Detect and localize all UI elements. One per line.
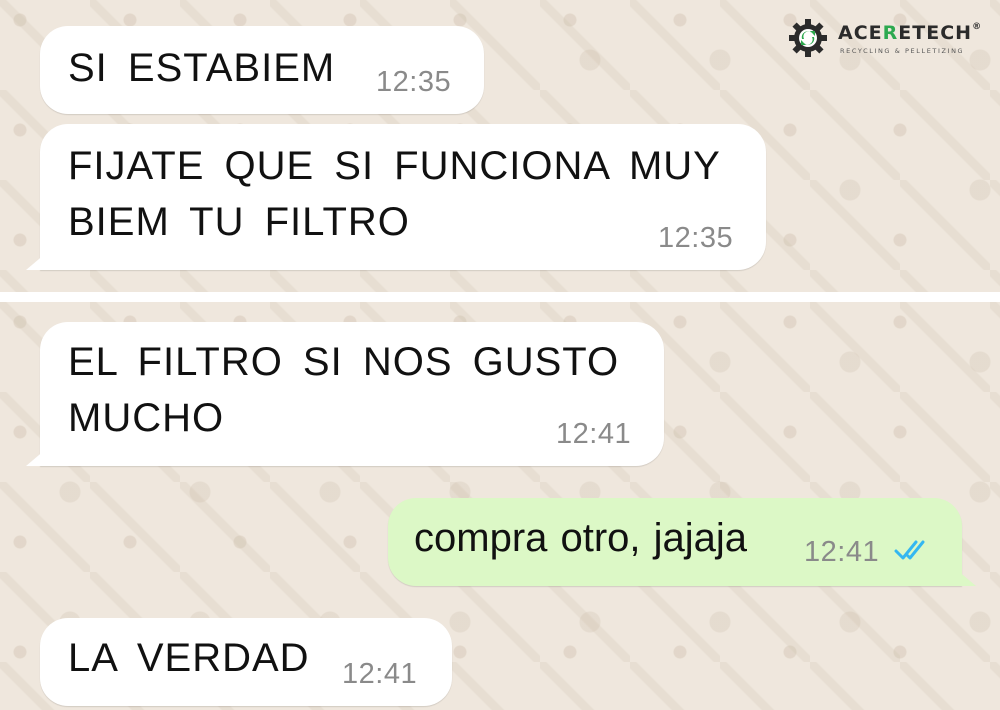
message-bubble-incoming[interactable]: SI ESTABIEM 12:35 (40, 26, 484, 114)
brand-tagline: RECYCLING & PELLETIZING (840, 47, 965, 55)
message-time: 12:41 (342, 658, 418, 690)
chat-panel-top: ACERETECH® RECYCLING & PELLETIZING SI ES… (0, 0, 1000, 292)
message-text: LA VERDAD (68, 636, 310, 680)
screenshot-divider (0, 292, 1000, 302)
message-bubble-incoming[interactable]: EL FILTRO SI NOS GUSTO MUCHO 12:41 (26, 322, 664, 466)
message-bubble-incoming[interactable]: FIJATE QUE SI FUNCIONA MUY BIEM TU FILTR… (26, 124, 766, 270)
message-text: FIJATE QUE SI FUNCIONA MUY BIEM TU FILTR… (68, 144, 721, 244)
brand-name: ACERETECH® (838, 22, 983, 44)
message-time: 12:41 (804, 536, 880, 568)
message-text: compra otro, jajaja (414, 516, 748, 560)
message-text: EL FILTRO SI NOS GUSTO MUCHO (68, 340, 620, 440)
message-time: 12:35 (376, 66, 452, 98)
message-bubble-incoming[interactable]: LA VERDAD 12:41 (40, 618, 452, 706)
aceretech-logo: ACERETECH® RECYCLING & PELLETIZING (788, 16, 988, 62)
double-check-read-icon (894, 540, 925, 560)
gear-recycle-icon (789, 19, 827, 57)
chat-panel-bottom: EL FILTRO SI NOS GUSTO MUCHO 12:41 compr… (0, 302, 1000, 710)
message-text: SI ESTABIEM (68, 46, 336, 90)
message-bubble-outgoing[interactable]: compra otro, jajaja 12:41 (388, 498, 976, 586)
message-time: 12:35 (658, 222, 734, 254)
message-time: 12:41 (556, 418, 632, 450)
